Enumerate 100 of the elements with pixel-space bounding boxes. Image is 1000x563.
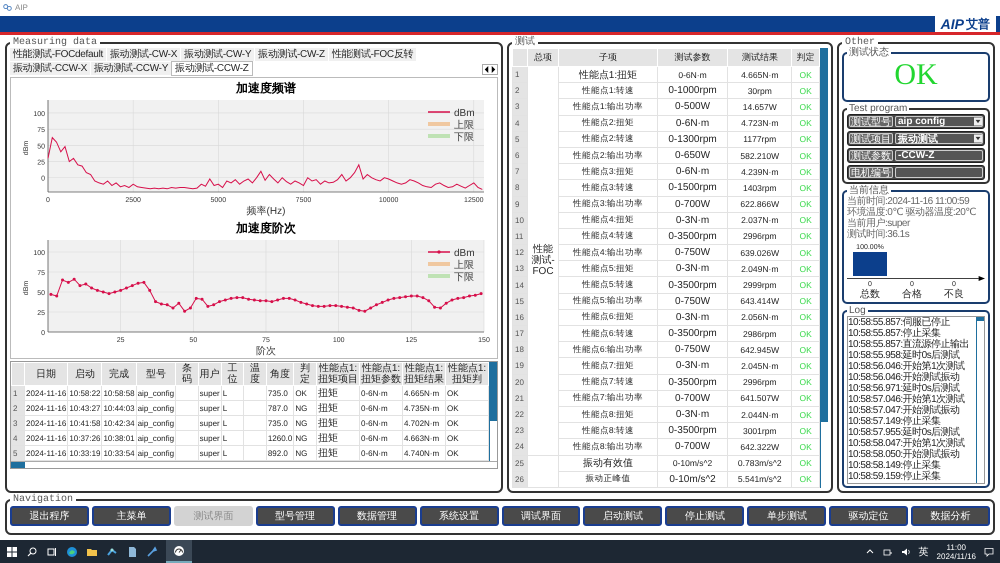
row-number: 10 [512, 212, 528, 228]
data-point [230, 296, 233, 300]
table-cell: 0-3N·m [676, 360, 710, 372]
table-cell: 2996rpm [742, 231, 777, 242]
data-point [340, 304, 344, 308]
nav-button[interactable]: 型号管理 [256, 506, 335, 526]
notification-icon[interactable] [984, 546, 994, 556]
table-cell: 性能点2:转速 [582, 133, 634, 144]
input-field[interactable] [895, 167, 983, 178]
log-entry: 10:58:55.857:直流源停止输出 [848, 339, 970, 350]
speaker-icon[interactable] [900, 546, 911, 556]
table-cell: 0-3500rpm [668, 328, 717, 340]
table-cell: 0.783m/s^2 [738, 458, 782, 468]
row-number: 4 [12, 430, 24, 446]
data-point [456, 296, 460, 300]
data-point [66, 280, 70, 284]
legend-label: 下限 [454, 272, 474, 283]
table-cell: 1403rpm [742, 182, 777, 193]
nav-button[interactable]: 数据管理 [338, 506, 417, 526]
log-entry: 10:58:57.955:延时0s后测试 [848, 427, 960, 438]
task-view-icon[interactable] [46, 546, 58, 558]
column-header: 完成 [102, 362, 136, 386]
table-cell: 0-6N·m [361, 418, 388, 428]
table-cell: 0-3N·m [676, 263, 710, 274]
tab[interactable]: 振动测试-CCW-X [10, 62, 90, 75]
table-cell: 0-3N·m [676, 409, 710, 420]
search-icon[interactable] [26, 546, 38, 558]
row-number: 9 [512, 196, 528, 212]
table-cell: 0-6N·m [678, 70, 707, 80]
row-number: 8 [512, 180, 528, 196]
tab[interactable]: 振动测试-CCW-Y [91, 62, 172, 75]
data-point [369, 306, 372, 310]
table-cell: 4.735N·m [404, 404, 440, 412]
table-cell: 5.541m/s^2 [738, 474, 782, 484]
input-field[interactable]: -CCW-Z [895, 150, 983, 161]
dropdown[interactable]: aip config [895, 116, 983, 127]
wrench-icon[interactable] [146, 546, 158, 558]
tab[interactable]: 振动测试-CW-Z [255, 48, 328, 61]
clock[interactable]: 11:00 2024/11/16 [936, 542, 976, 560]
row-number: 7 [512, 164, 528, 180]
legend-label: dBm [454, 248, 475, 259]
tab[interactable]: 振动测试-CCW-Z [172, 62, 252, 75]
log-entry: 10:58:55.857:停止采集 [848, 328, 941, 339]
table-cell: 性能点1:扭矩 [578, 70, 638, 81]
nav-button[interactable]: 系统设置 [420, 506, 499, 526]
nav-button[interactable]: 调试界面 [502, 506, 580, 526]
table-cell: super [200, 404, 220, 412]
nav-button[interactable]: 停止测试 [665, 506, 744, 526]
scrollbar[interactable] [976, 317, 984, 483]
log-entry: 10:58:57.149:停止采集 [848, 416, 941, 427]
info-text: 测试时间:36.1s [847, 229, 910, 240]
table-cell: OK [800, 410, 812, 420]
data-point [166, 303, 169, 306]
network-icon[interactable] [882, 546, 893, 556]
nav-button[interactable]: 数据分析 [911, 506, 990, 526]
data-point [200, 298, 204, 301]
row-number: 20 [512, 374, 528, 390]
table-cell: 0-10m/s^2 [669, 474, 716, 485]
table-cell: 扭矩 [318, 448, 338, 459]
taskbar-app[interactable] [166, 540, 192, 563]
table-cell: 4.723N·m [741, 118, 778, 128]
group-title: Log [848, 306, 867, 316]
logo: AIP艾普 [934, 16, 996, 32]
axis-label: 频率(Hz) [246, 206, 286, 217]
data-point [183, 310, 186, 313]
document-icon[interactable] [126, 546, 138, 558]
data-point [438, 306, 442, 310]
table-cell: 性能点1:输出功率 [572, 100, 643, 111]
data-point [416, 294, 419, 298]
table-cell: 1177rpm [743, 134, 776, 144]
table-cell: 10:33:54 [103, 448, 135, 458]
input-method[interactable]: 英 [918, 544, 929, 558]
data-point [258, 299, 262, 302]
dropdown[interactable]: 振动测试 [895, 133, 983, 144]
data-point [421, 296, 424, 300]
browser-icon[interactable] [66, 546, 78, 558]
data-point [363, 310, 366, 313]
table-cell: 2024-11-16 [26, 448, 66, 458]
nav-button[interactable]: 启动测试 [583, 506, 662, 526]
scrollbar[interactable] [489, 362, 497, 461]
data-point [433, 306, 436, 309]
column-header: 条码 [176, 362, 198, 386]
scrollbar[interactable] [820, 48, 828, 488]
tab[interactable]: 振动测试-CW-Y [181, 48, 254, 61]
column-header: 型号 [136, 362, 176, 386]
nav-button[interactable]: 驱动定位 [829, 506, 908, 526]
nav-button[interactable]: 退出程序 [10, 506, 89, 526]
tab[interactable]: 性能测试-FOCdefault [10, 48, 106, 61]
table-cell: 0-10m/s^2 [672, 458, 712, 468]
nav-button[interactable]: 主菜单 [92, 506, 171, 526]
scrollbar[interactable] [11, 461, 497, 468]
tab[interactable]: 振动测试-CW-X [106, 48, 180, 61]
nav-button[interactable]: 单步测试 [747, 506, 826, 526]
column-header: 性能点1: 扭矩判 [446, 362, 488, 386]
data-point [90, 286, 94, 290]
windows-icon[interactable] [6, 546, 18, 558]
tab[interactable]: 性能测试-FOC反转 [328, 48, 416, 61]
log-entry: 10:58:57.046:开始第1次测试 [848, 394, 966, 405]
data-point [468, 294, 471, 298]
data-point [311, 304, 314, 308]
